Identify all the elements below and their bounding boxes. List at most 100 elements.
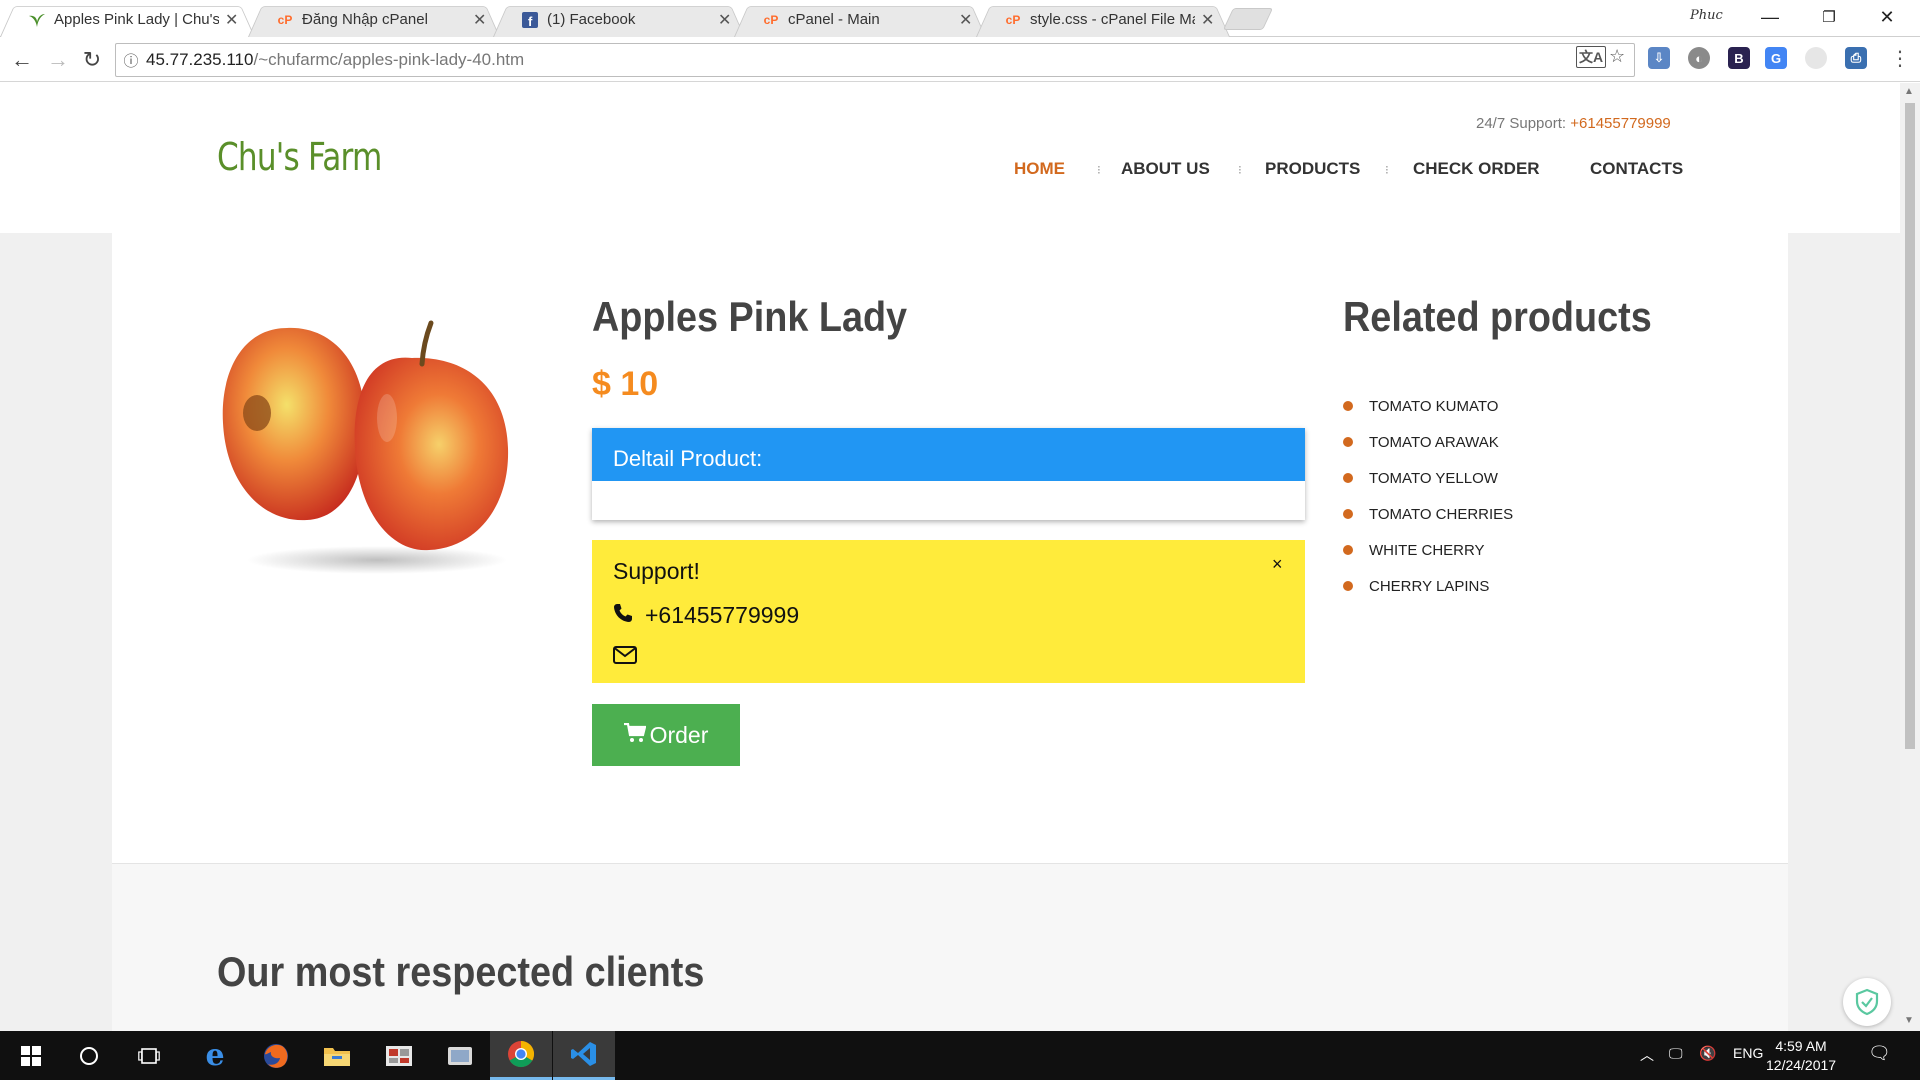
new-tab-button[interactable] (1222, 8, 1274, 30)
clock-time: 4:59 AM (1775, 1038, 1827, 1054)
related-item[interactable]: TOMATO KUMATO (1343, 388, 1513, 424)
browser-tab[interactable]: cP Đăng Nhập cPanel ✕ (248, 2, 500, 37)
browser-tab-strip: Apples Pink Lady | Chu's ✕ cP Đăng Nhập … (0, 0, 1920, 37)
close-icon[interactable]: ✕ (473, 10, 486, 30)
support-phone-number: +61455779999 (645, 602, 800, 628)
nav-products[interactable]: PRODUCTS (1265, 159, 1360, 179)
product-detail-panel: Deltail Product: (592, 428, 1305, 520)
support-phone[interactable]: +61455779999 (613, 602, 799, 629)
close-icon[interactable]: ✕ (225, 10, 238, 30)
page-viewport: Chu's Farm 24/7 Support: +61455779999 HO… (0, 83, 1900, 1031)
shield-check-icon[interactable] (1843, 978, 1891, 1026)
envelope-icon[interactable] (613, 646, 637, 670)
close-icon[interactable]: ✕ (1201, 10, 1214, 30)
extension-printer-icon[interactable]: ⎙ (1845, 47, 1867, 69)
nav-check-order[interactable]: CHECK ORDER (1413, 159, 1540, 179)
related-item-label: TOMATO YELLOW (1369, 469, 1498, 487)
back-arrow-icon[interactable]: ← (8, 46, 36, 74)
page-scrollbar[interactable]: ▲ ▼ (1900, 83, 1920, 1031)
order-button[interactable]: Order (592, 704, 740, 766)
related-item[interactable]: TOMATO YELLOW (1343, 460, 1513, 496)
related-products-list: TOMATO KUMATO TOMATO ARAWAK TOMATO YELLO… (1343, 388, 1513, 604)
bullet-icon (1343, 545, 1353, 555)
close-icon[interactable]: ✕ (718, 10, 731, 30)
minimize-icon[interactable]: — (1741, 0, 1799, 34)
profile-name[interactable]: Phuc (1690, 8, 1723, 23)
file-explorer-icon[interactable] (306, 1031, 368, 1080)
browser-tab[interactable]: cP cPanel - Main ✕ (734, 2, 986, 37)
show-hidden-icons-chevron-icon[interactable]: ︿ (1640, 1045, 1654, 1065)
tab-title: Apples Pink Lady | Chu's (54, 11, 219, 28)
related-item-label: WHITE CHERRY (1369, 541, 1485, 559)
browser-tab[interactable]: f (1) Facebook ✕ (493, 2, 745, 37)
scroll-down-icon[interactable]: ▼ (1904, 1015, 1914, 1026)
nav-home[interactable]: HOME (1014, 159, 1065, 179)
phone-icon (613, 603, 638, 629)
related-item[interactable]: CHERRY LAPINS (1343, 568, 1513, 604)
nav-separator: ⁝ (1385, 163, 1389, 177)
extension-globe-icon[interactable]: ◐ (1688, 47, 1710, 69)
nav-contacts[interactable]: CONTACTS (1590, 159, 1683, 179)
extension-b-icon[interactable]: B (1728, 47, 1750, 69)
language-indicator[interactable]: ENG (1733, 1045, 1763, 1061)
bookmark-star-icon[interactable]: ☆ (1609, 46, 1625, 67)
app-grid-icon[interactable] (368, 1031, 430, 1080)
vscode-icon[interactable] (553, 1031, 615, 1080)
tab-title: cPanel - Main (788, 11, 880, 28)
related-item[interactable]: TOMATO ARAWAK (1343, 424, 1513, 460)
bullet-icon (1343, 509, 1353, 519)
support-phone-link[interactable]: +61455779999 (1570, 115, 1671, 132)
related-item-label: TOMATO KUMATO (1369, 397, 1499, 415)
restore-icon[interactable]: ❐ (1800, 0, 1858, 34)
info-icon[interactable]: ⓘ (116, 50, 146, 71)
action-center-icon[interactable]: 🗨 (1868, 1043, 1891, 1064)
firefox-icon[interactable] (245, 1031, 307, 1080)
product-image (217, 298, 517, 578)
task-view-icon[interactable] (118, 1031, 180, 1080)
address-bar[interactable]: ⓘ 45.77.235.110/~chufarmc/apples-pink-la… (115, 43, 1635, 77)
extension-grey-icon[interactable] (1805, 47, 1827, 69)
extension-download-icon[interactable]: ⇩ (1648, 47, 1670, 69)
facebook-icon: f (521, 11, 539, 29)
menu-dots-icon[interactable]: ⋮ (1890, 46, 1910, 71)
volume-muted-icon[interactable]: 🔇 (1699, 1045, 1716, 1062)
browser-tab-active[interactable]: Apples Pink Lady | Chu's ✕ (0, 2, 255, 37)
support-title: Support! (613, 558, 700, 584)
related-item[interactable]: TOMATO CHERRIES (1343, 496, 1513, 532)
related-item[interactable]: WHITE CHERRY (1343, 532, 1513, 568)
scrollbar-thumb[interactable] (1905, 103, 1915, 749)
bullet-icon (1343, 437, 1353, 447)
taskbar-clock[interactable]: 4:59 AM 12/24/2017 (1766, 1037, 1836, 1075)
product-detail-heading: Deltail Product: (592, 428, 1305, 481)
clock-date: 12/24/2017 (1766, 1057, 1837, 1073)
forward-arrow-icon[interactable]: → (44, 46, 72, 74)
scroll-up-icon[interactable]: ▲ (1904, 86, 1914, 97)
support-info: 24/7 Support: +61455779999 (1476, 115, 1671, 132)
close-icon[interactable]: × (1272, 554, 1283, 575)
browser-tab[interactable]: cP style.css - cPanel File Mar ✕ (976, 2, 1230, 37)
tool-app-icon[interactable] (429, 1031, 491, 1080)
chrome-icon[interactable] (490, 1031, 552, 1080)
windows-taskbar: e ︿ 🖵 🔇 ENG 4:59 AM 12/24/2017 🗨 (0, 1031, 1920, 1080)
window-close-icon[interactable]: ✕ (1858, 0, 1916, 34)
related-item-label: TOMATO CHERRIES (1369, 505, 1514, 523)
network-icon[interactable]: 🖵 (1669, 1045, 1683, 1062)
edge-browser-icon[interactable]: e (184, 1031, 246, 1080)
bullet-icon (1343, 401, 1353, 411)
support-label: 24/7 Support: (1476, 115, 1567, 132)
cortana-search-icon[interactable] (58, 1031, 120, 1080)
nav-separator: ⁝ (1097, 163, 1101, 177)
translate-icon[interactable]: 文A (1576, 46, 1607, 68)
windows-start-icon[interactable] (0, 1031, 62, 1080)
related-item-label: CHERRY LAPINS (1369, 577, 1490, 595)
reload-icon[interactable]: ↻ (78, 46, 106, 74)
site-header: Chu's Farm 24/7 Support: +61455779999 HO… (0, 83, 1900, 233)
site-logo[interactable]: Chu's Farm (217, 135, 382, 179)
clients-title: Our most respected clients (217, 948, 705, 995)
nav-about-us[interactable]: ABOUT US (1121, 159, 1210, 179)
bullet-icon (1343, 473, 1353, 483)
google-translate-icon[interactable]: G (1765, 47, 1787, 69)
related-item-label: TOMATO ARAWAK (1369, 433, 1499, 451)
cpanel-icon: cP (763, 12, 779, 27)
close-icon[interactable]: ✕ (959, 10, 972, 30)
